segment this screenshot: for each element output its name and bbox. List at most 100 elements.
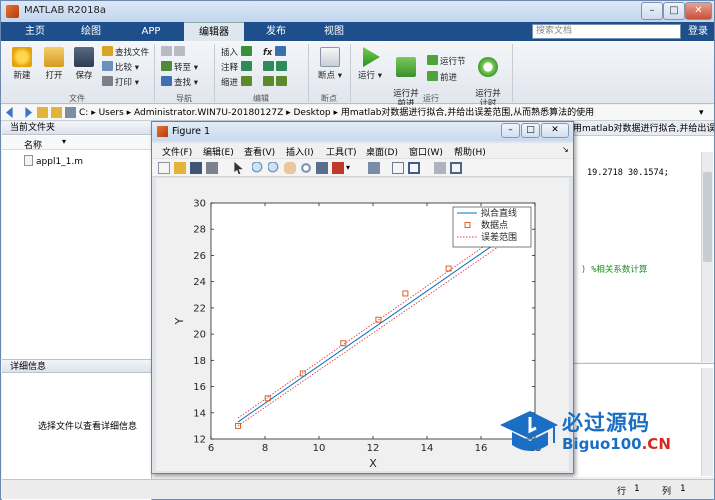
y-axis-label: Y (173, 317, 186, 325)
x-tick-label: 10 (313, 443, 326, 454)
tab-apps[interactable]: APP (125, 22, 177, 41)
brush-dropdown-icon[interactable]: ▾ (346, 162, 358, 174)
watermark-chinese: 必过源码 (562, 411, 650, 435)
data-cursor-icon[interactable] (316, 162, 328, 174)
editor-tab-title: 用matlab对数据进行拟合,并给出误差范围,从而熟悉算 (573, 124, 714, 134)
matlab-logo-icon (6, 5, 19, 18)
tab-home[interactable]: 主页 (11, 22, 59, 41)
path-part[interactable]: Administrator.WIN7U-20180127Z (134, 108, 283, 118)
details-placeholder-text: 选择文件以查看详细信息 (38, 422, 138, 432)
tab-publish[interactable]: 发布 (251, 22, 301, 41)
file-list-header[interactable]: 名称 ▾ (2, 136, 152, 151)
breakpoints-button[interactable]: 断点 ▾ (313, 47, 347, 81)
new-button[interactable]: 新建 (7, 47, 37, 81)
path-part[interactable]: 用matlab对数据进行拟合,并给出误差范围,从而熟悉算法的使用 (341, 108, 594, 118)
minimize-button[interactable]: – (641, 2, 663, 20)
zoom-out-icon[interactable] (268, 162, 280, 174)
new-label: 新建 (13, 71, 31, 81)
link-plot-icon[interactable] (368, 162, 380, 174)
tab-view[interactable]: 视图 (309, 22, 359, 41)
menu-help[interactable]: 帮助(H) (454, 145, 486, 158)
indent-button[interactable]: 缩进 (221, 76, 254, 88)
menu-desktop[interactable]: 桌面(D) (366, 145, 398, 158)
editor-file-tab[interactable]: 用matlab对数据进行拟合,并给出误差范围,从而熟悉算 (573, 122, 714, 136)
save-figure-icon[interactable] (190, 162, 202, 174)
name-column-header[interactable]: 名称 (24, 138, 42, 151)
doc-search-input[interactable]: 搜索文档 (532, 24, 681, 39)
open-button[interactable]: 打开 (39, 47, 69, 81)
print-icon (102, 76, 113, 86)
forward-arrow-icon[interactable] (25, 107, 32, 118)
path-part[interactable]: Desktop (294, 108, 331, 118)
up-folder-icon[interactable] (37, 107, 48, 118)
fx-button[interactable]: fx (263, 46, 288, 58)
indent-tools[interactable] (263, 76, 289, 88)
legend-label: 数据点 (481, 219, 508, 231)
menu-dock-icon[interactable]: ↘ (562, 145, 569, 154)
rotate-3d-icon[interactable] (300, 162, 312, 174)
save-button[interactable]: 保存 (69, 47, 99, 81)
run-section-label: 运行节 (440, 57, 466, 67)
path-part[interactable]: C: (79, 108, 88, 118)
goto-button[interactable]: 转至 ▾ (161, 61, 198, 73)
comment-button[interactable]: 注释 (221, 61, 254, 73)
watermark-logo: 必过源码 Biguo100.CN (496, 405, 696, 460)
code-line[interactable]: 19.2718 30.1574; (587, 168, 669, 178)
menu-file[interactable]: 文件(F) (162, 145, 192, 158)
editor-scrollbar[interactable] (701, 152, 713, 362)
open-file-icon[interactable] (174, 162, 186, 174)
pan-hand-icon[interactable] (284, 162, 296, 174)
tab-plots[interactable]: 绘图 (67, 22, 115, 41)
wrap-comment-icon (276, 61, 287, 71)
path-dropdown-icon[interactable]: ▾ (699, 107, 704, 119)
open-label: 打开 (45, 71, 63, 81)
insert-button[interactable]: 插入 (221, 46, 254, 58)
find-files-icon (102, 46, 113, 56)
colorbar-icon[interactable] (392, 162, 404, 174)
comment-tools[interactable] (263, 61, 289, 73)
group-label-run: 运行 (423, 94, 439, 103)
print-button[interactable]: 打印 ▾ (102, 76, 139, 88)
find-files-button[interactable]: 查找文件 (102, 46, 149, 58)
run-label: 运行 (358, 71, 376, 81)
browse-folder-icon[interactable] (51, 107, 62, 118)
maximize-button[interactable]: □ (663, 2, 685, 20)
zoom-in-icon[interactable] (252, 162, 264, 174)
tab-editor[interactable]: 编辑器 (184, 22, 244, 41)
new-figure-icon[interactable] (158, 162, 170, 174)
figure-maximize-button[interactable]: □ (521, 123, 540, 138)
fx-menu-icon (275, 46, 287, 56)
find-button[interactable]: 查找 ▾ (161, 76, 198, 88)
run-section-button[interactable]: 运行节 (427, 55, 466, 67)
figure-title-bar[interactable]: Figure 1 – □ ✕ (152, 122, 573, 141)
path-part[interactable]: Users (99, 108, 124, 118)
menu-insert[interactable]: 插入(I) (286, 145, 314, 158)
file-list-item[interactable]: appl1_1.m (24, 155, 83, 167)
code-comment-line[interactable]: ) %相关系数计算 (581, 263, 647, 275)
path-breadcrumb[interactable]: C: ▸ Users ▸ Administrator.WIN7U-2018012… (79, 107, 699, 119)
run-button[interactable]: 运行 ▾ (355, 47, 385, 81)
menu-edit[interactable]: 编辑(E) (203, 145, 234, 158)
login-button[interactable]: 登录 (683, 22, 713, 41)
menu-window[interactable]: 窗口(W) (409, 145, 443, 158)
folder-open-icon (44, 47, 64, 67)
advance-button[interactable]: 前进 (427, 71, 457, 83)
menu-view[interactable]: 查看(V) (244, 145, 275, 158)
hide-plot-tools-icon[interactable] (434, 162, 446, 174)
find-files-label: 查找文件 (115, 48, 150, 58)
show-plot-tools-icon[interactable] (450, 162, 462, 174)
save-label: 保存 (75, 71, 93, 81)
figure-minimize-button[interactable]: – (501, 123, 520, 138)
menu-tools[interactable]: 工具(T) (326, 145, 357, 158)
command-scrollbar[interactable] (701, 368, 713, 476)
nav-back-forward[interactable] (161, 46, 187, 58)
editor-scroll-thumb[interactable] (703, 172, 712, 262)
select-arrow-icon[interactable] (234, 162, 243, 174)
print-figure-icon[interactable] (206, 162, 218, 174)
close-button[interactable]: ✕ (685, 2, 712, 20)
back-arrow-icon[interactable] (6, 107, 13, 118)
figure-close-button[interactable]: ✕ (541, 123, 569, 138)
compare-button[interactable]: 比较 ▾ (102, 61, 139, 73)
brush-icon[interactable] (332, 162, 344, 174)
legend-icon[interactable] (408, 162, 420, 174)
